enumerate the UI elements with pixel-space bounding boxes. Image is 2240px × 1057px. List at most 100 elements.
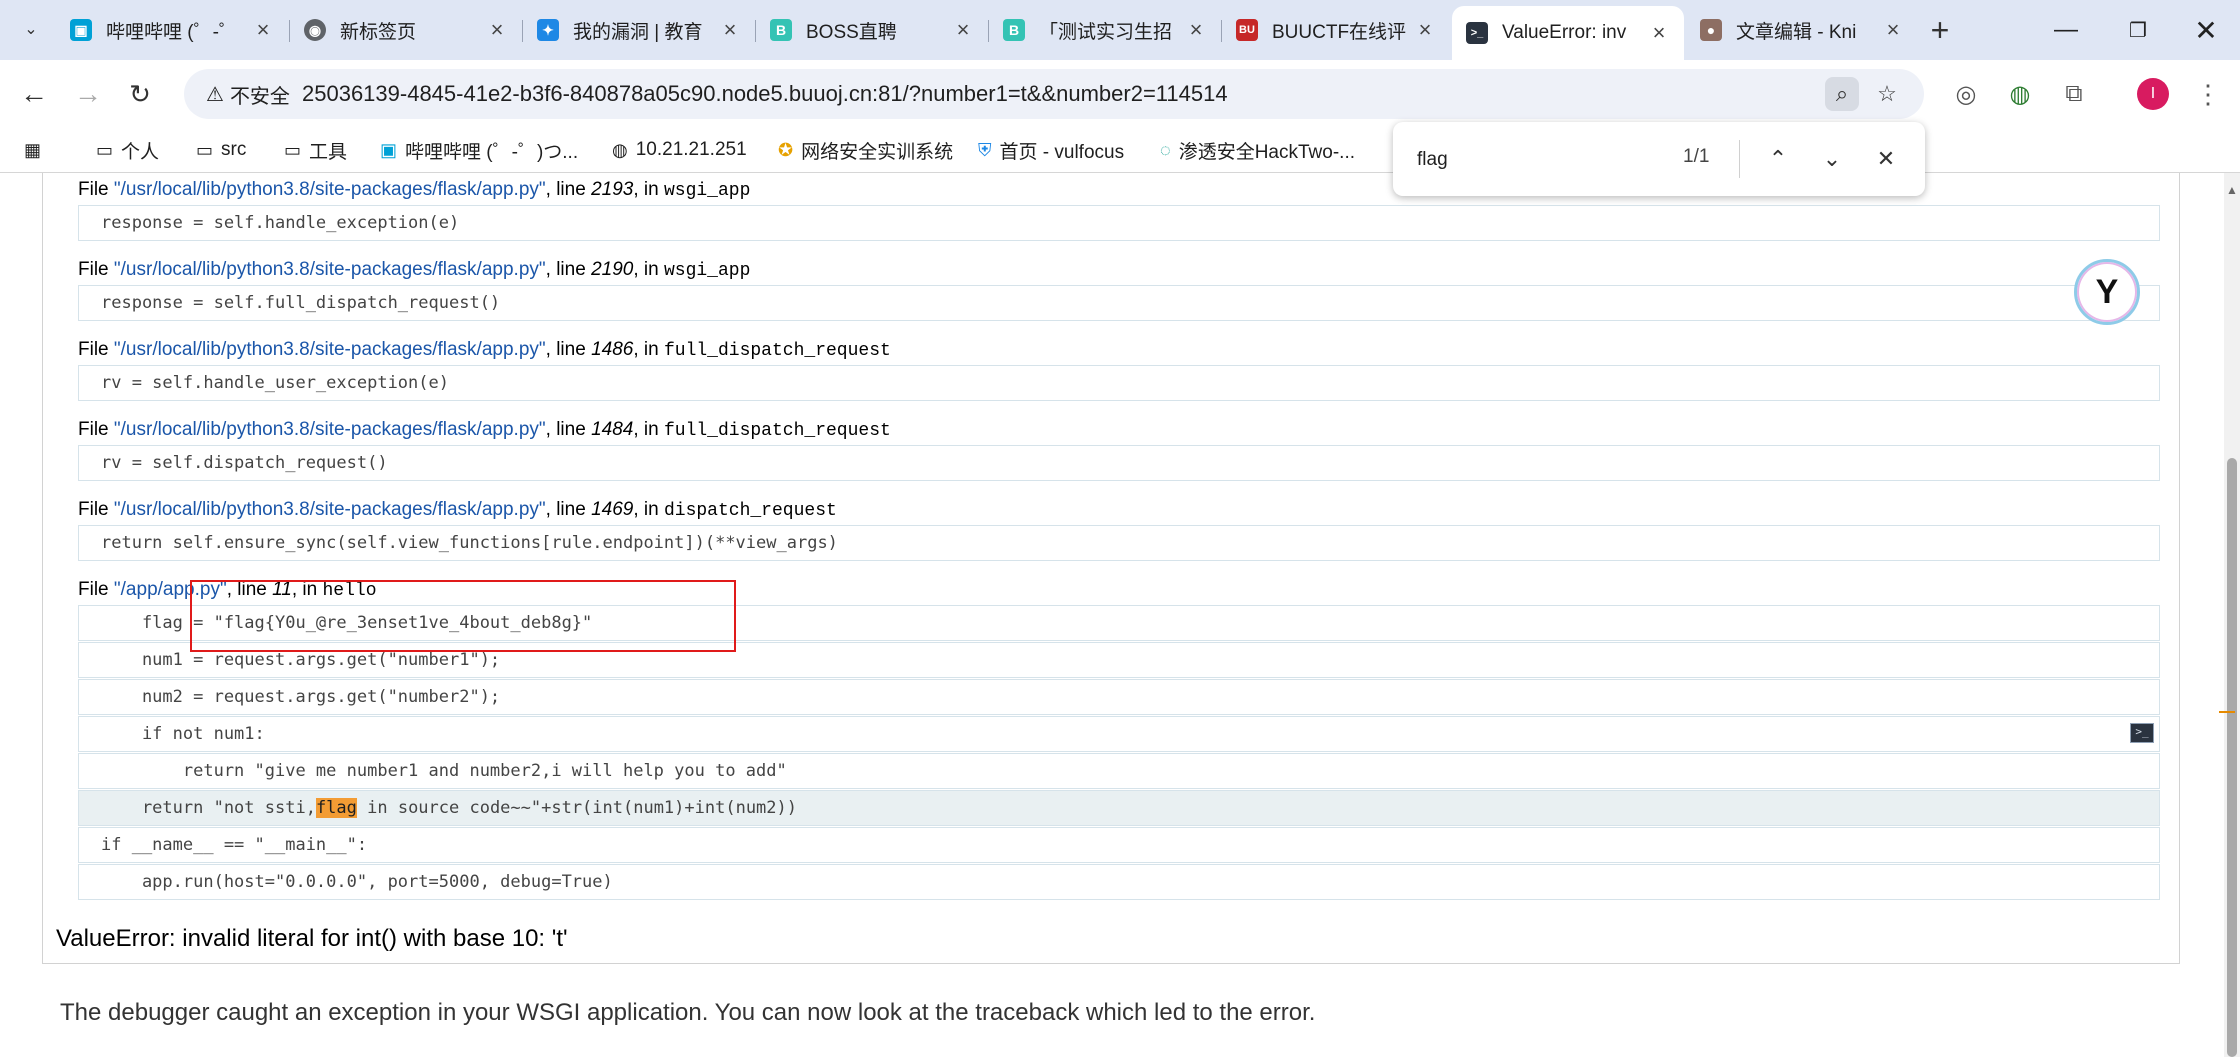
minimize-icon: — [2054,16,2078,43]
tab-buuctf[interactable]: BU BUUCTF在线评 × [1222,8,1450,52]
find-close-button[interactable]: ✕ [1867,140,1905,178]
apps-grid-icon: ▦ [24,139,42,160]
find-in-page-icon[interactable]: ⌕ [1825,77,1859,111]
bookmark-folder-src[interactable]: ▭ src [196,134,246,166]
close-icon[interactable]: × [1181,17,1211,43]
debugger-explanation: The debugger caught an exception in your… [60,999,1316,1026]
close-icon[interactable]: × [1410,17,1440,43]
close-icon: ✕ [2194,14,2218,46]
tab-bilibili[interactable]: ▣ 哔哩哔哩 (゜-゜ × [56,8,288,52]
annotation-red-box [190,580,736,652]
profile-avatar[interactable]: I [2137,78,2169,110]
close-icon[interactable]: × [482,17,512,43]
new-tab-button[interactable]: + [1920,10,1960,50]
bilibili-icon: ▣ [70,19,92,41]
extension-circle-icon[interactable]: ◎ [1946,74,1986,114]
bookmark-icon: ✪ [778,139,794,160]
avatar-icon: ● [1700,19,1722,41]
bookmark-vulfocus[interactable]: ⛨ 首页 - vulfocus [978,134,1124,166]
boss-icon: B [1003,19,1025,41]
restore-icon: ❐ [2129,19,2147,42]
find-input[interactable] [1415,146,1639,174]
traceback-frame-header[interactable]: File "/usr/local/lib/python3.8/site-pack… [78,419,891,441]
reload-icon: ↻ [129,78,151,109]
tab-my-vulns[interactable]: ✦ 我的漏洞 | 教育 × [523,8,755,52]
chevron-up-icon: ⌃ [1768,146,1788,171]
traceback-frame-header[interactable]: File "/usr/local/lib/python3.8/site-pack… [78,499,837,521]
bookmark-ip[interactable]: ◍ 10.21.21.251 [612,134,747,166]
restore-button[interactable]: ❐ [2108,10,2168,50]
exception-message: ValueError: invalid literal for int() wi… [56,925,568,952]
traceback-frame-header[interactable]: File "/usr/local/lib/python3.8/site-pack… [78,179,750,201]
browser-toolbar: ← → ↻ ⚠ 不安全 25036139-4845-41e2-b3f6-8408… [0,60,2240,128]
folder-icon: ▭ [196,139,214,160]
chrome-icon: ◉ [304,19,326,41]
tab-internship[interactable]: B 「测试实习生招 × [989,8,1221,52]
terminal-icon: >_ [1466,22,1488,44]
extension-globe-icon[interactable]: ◍ [2000,74,2040,114]
buuctf-icon: BU [1236,19,1258,41]
find-bar: 1/1 ⌃ ⌄ ✕ [1393,122,1925,196]
star-icon[interactable]: ☆ [1870,77,1904,111]
traceback-frame-header[interactable]: File "/usr/local/lib/python3.8/site-pack… [78,339,891,361]
warning-icon: ⚠ [206,83,224,106]
console-icon[interactable]: >_ [2130,723,2154,743]
code-line[interactable]: if not num1: [78,716,2160,752]
find-previous-button[interactable]: ⌃ [1759,140,1797,178]
code-line[interactable]: num2 = request.args.get("number2"); [78,679,2160,715]
bookmark-hacktwo[interactable]: ◌ 渗透安全HackTwo-... [1160,134,1355,166]
close-icon[interactable]: × [1878,17,1908,43]
code-line[interactable]: response = self.handle_exception(e) [78,205,2160,241]
bookmark-folder-tools[interactable]: ▭ 工具 [284,134,347,166]
reload-button[interactable]: ↻ [120,74,160,114]
close-window-button[interactable]: ✕ [2176,10,2236,50]
security-chip[interactable]: ⚠ 不安全 [196,76,300,112]
minimize-button[interactable]: — [2036,10,2096,50]
page-viewport: File "/usr/local/lib/python3.8/site-pack… [0,173,2224,1057]
floating-assistant-icon[interactable]: Y [2074,259,2140,325]
arrow-right-icon: → [74,78,102,109]
close-icon[interactable]: × [1644,20,1674,46]
page-scrollbar[interactable]: ▲ [2224,173,2240,1057]
scroll-up-icon[interactable]: ▲ [2224,183,2240,197]
close-icon: ✕ [1876,146,1896,171]
find-result-marker [2219,711,2235,713]
traceback-frame-header[interactable]: File "/usr/local/lib/python3.8/site-pack… [78,259,750,281]
tab-valueerror[interactable]: >_ ValueError: inv × [1452,6,1684,60]
close-icon[interactable]: × [248,17,278,43]
find-next-button[interactable]: ⌄ [1813,140,1851,178]
back-button[interactable]: ← [14,74,54,114]
url-text[interactable]: 25036139-4845-41e2-b3f6-840878a05c90.nod… [302,69,1228,119]
security-label: 不安全 [229,85,290,108]
code-line[interactable]: rv = self.handle_user_exception(e) [78,365,2160,401]
tab-search-button[interactable]: ⌄ [14,12,48,46]
find-divider [1739,140,1740,178]
spinner-icon: ◌ [1160,139,1171,160]
bookmark-security-training[interactable]: ✪ 网络安全实训系统 [778,134,953,166]
code-line[interactable]: if __name__ == "__main__": [78,827,2160,863]
close-icon[interactable]: × [715,17,745,43]
tab-article-edit[interactable]: ● 文章编辑 - Kni × [1686,8,1918,52]
chevron-down-icon: ⌄ [24,21,38,38]
code-line-current[interactable]: return "not ssti,flag in source code~~"+… [78,790,2160,826]
code-line[interactable]: app.run(host="0.0.0.0", port=5000, debug… [78,864,2160,900]
code-line[interactable]: rv = self.dispatch_request() [78,445,2160,481]
tab-strip: ⌄ ▣ 哔哩哔哩 (゜-゜ × ◉ 新标签页 × ✦ 我的漏洞 | 教育 × B… [0,0,2240,60]
tab-new-tab[interactable]: ◉ 新标签页 × [290,8,522,52]
code-line[interactable]: return self.ensure_sync(self.view_functi… [78,525,2160,561]
code-line[interactable]: response = self.full_dispatch_request() [78,285,2160,321]
menu-kebab-icon[interactable]: ⋮ [2188,74,2228,114]
plus-icon: + [1930,11,1950,48]
code-line[interactable]: return "give me number1 and number2,i wi… [78,753,2160,789]
extensions-puzzle-icon[interactable]: ⧉ [2054,74,2094,114]
bookmark-apps[interactable]: ▦ [24,134,49,166]
bird-icon: ✦ [537,19,559,41]
bookmark-folder-personal[interactable]: ▭ 个人 [96,134,159,166]
bookmark-bilibili[interactable]: ▣ 哔哩哔哩 (゜-゜)つ... [380,134,578,166]
forward-button[interactable]: → [68,74,108,114]
address-bar[interactable]: ⚠ 不安全 25036139-4845-41e2-b3f6-840878a05c… [184,69,1924,119]
close-icon[interactable]: × [948,17,978,43]
tab-boss[interactable]: B BOSS直聘 × [756,8,988,52]
scrollbar-thumb[interactable] [2227,458,2237,1057]
folder-icon: ▭ [96,139,114,160]
